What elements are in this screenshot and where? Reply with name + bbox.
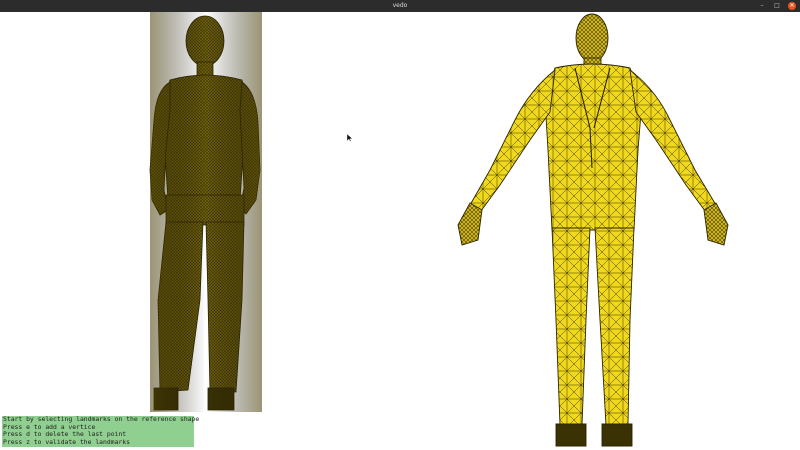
maximize-button[interactable]: □ <box>773 2 781 10</box>
arrow-pointer-icon <box>346 127 354 146</box>
minimize-button[interactable]: – <box>758 2 766 10</box>
man-mesh-icon[interactable] <box>400 12 800 450</box>
man-body <box>457 13 729 447</box>
window-controls: – □ ✕ <box>758 2 796 10</box>
woman-body <box>149 15 261 411</box>
woman-mesh-icon[interactable] <box>0 12 400 450</box>
left-3d-viewport[interactable] <box>0 12 400 450</box>
close-button[interactable]: ✕ <box>788 2 796 10</box>
instructions-panel: Start by selecting landmarks on the refe… <box>2 415 199 447</box>
window-title: vedo <box>392 2 408 9</box>
instruction-line: Press z to validate the landmarks <box>3 437 130 446</box>
right-3d-viewport[interactable] <box>400 12 800 450</box>
vedo-window: vedo – □ ✕ Start by selecting landmarks … <box>0 0 800 450</box>
title-bar[interactable]: vedo – □ ✕ <box>0 0 800 12</box>
